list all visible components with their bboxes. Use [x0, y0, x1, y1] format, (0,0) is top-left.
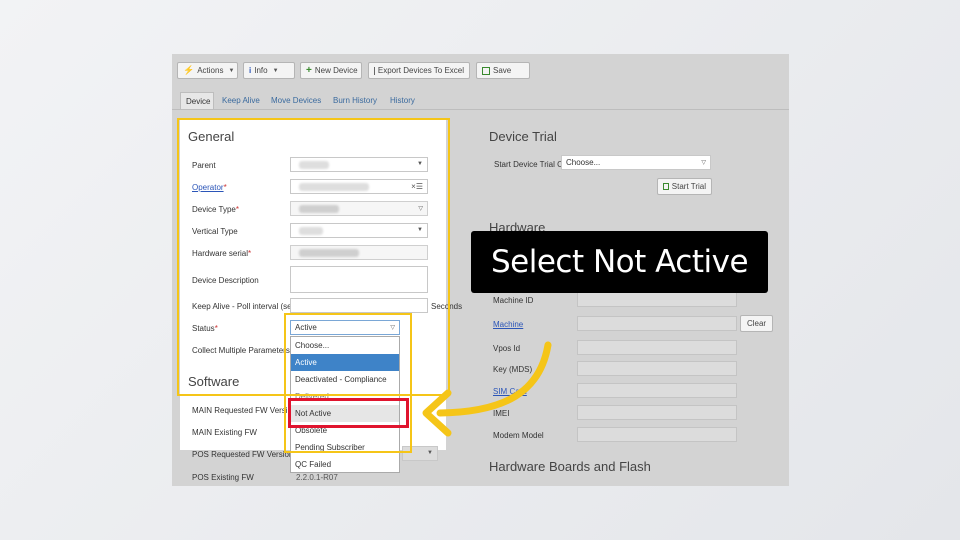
key-label: Key (MDS): [493, 365, 533, 374]
tab-device[interactable]: Device: [180, 92, 214, 109]
not-active-target-box: [288, 398, 409, 428]
main-existing-label: MAIN Existing FW: [192, 428, 257, 437]
instruction-callout: Select Not Active: [471, 231, 768, 293]
info-label: Info: [254, 66, 268, 75]
machine-id-label: Machine ID: [493, 296, 534, 305]
status-highlight-box: [284, 313, 412, 453]
tab-move-devices[interactable]: Move Devices: [271, 92, 321, 109]
main-requested-label: MAIN Requested FW Version: [192, 406, 297, 415]
machine-label[interactable]: Machine: [493, 320, 523, 329]
info-button[interactable]: i Info ▼: [243, 62, 295, 79]
calendar-icon: [663, 183, 669, 190]
start-trial-select[interactable]: Choose... ▽: [561, 155, 711, 170]
document-icon: [374, 66, 375, 75]
vpos-input[interactable]: [577, 340, 737, 355]
export-button[interactable]: Export Devices To Excel: [368, 62, 470, 79]
device-trial-title: Device Trial: [489, 129, 557, 144]
sim-input[interactable]: [577, 383, 737, 398]
machine-id-input[interactable]: [577, 292, 737, 307]
key-input[interactable]: [577, 361, 737, 376]
tab-divider: [172, 109, 789, 110]
boards-title: Hardware Boards and Flash: [489, 459, 651, 474]
imei-input[interactable]: [577, 405, 737, 420]
imei-label: IMEI: [493, 409, 510, 418]
plus-icon: +: [306, 65, 312, 76]
sim-label[interactable]: SIM Card: [493, 387, 527, 396]
pos-existing-value: 2.2.0.1-R07: [296, 473, 338, 482]
actions-label: Actions: [197, 66, 224, 75]
export-label: Export Devices To Excel: [377, 66, 464, 75]
save-label: Save: [493, 66, 512, 75]
caret-down-icon: ▼: [272, 67, 279, 74]
callout-text: Select Not Active: [490, 244, 749, 280]
new-device-button[interactable]: + New Device: [300, 62, 362, 79]
bolt-icon: ⚡: [183, 65, 195, 75]
machine-input[interactable]: [577, 316, 737, 331]
start-trial-button[interactable]: Start Trial: [657, 178, 712, 195]
tab-history[interactable]: History: [390, 92, 415, 109]
caret-down-icon: ▼: [427, 450, 433, 456]
pos-requested-label: POS Requested FW Version: [192, 450, 294, 459]
status-option[interactable]: QC Failed: [291, 456, 399, 473]
caret-down-icon: ▼: [228, 67, 235, 74]
new-device-label: New Device: [314, 66, 358, 75]
tab-burn-history[interactable]: Burn History: [333, 92, 377, 109]
clear-button[interactable]: Clear: [740, 315, 773, 332]
modem-label: Modem Model: [493, 431, 544, 440]
tab-keep-alive[interactable]: Keep Alive: [222, 92, 260, 109]
modem-input[interactable]: [577, 427, 737, 442]
actions-button[interactable]: ⚡ Actions ▼: [177, 62, 238, 79]
chevron-down-icon: ▽: [701, 160, 706, 166]
vpos-label: Vpos Id: [493, 344, 521, 353]
start-trial-label: Start Device Trial Of: [494, 160, 566, 169]
info-icon: i: [249, 66, 252, 75]
save-icon: [482, 66, 490, 75]
save-button[interactable]: Save: [476, 62, 530, 79]
pos-existing-label: POS Existing FW: [192, 473, 254, 482]
